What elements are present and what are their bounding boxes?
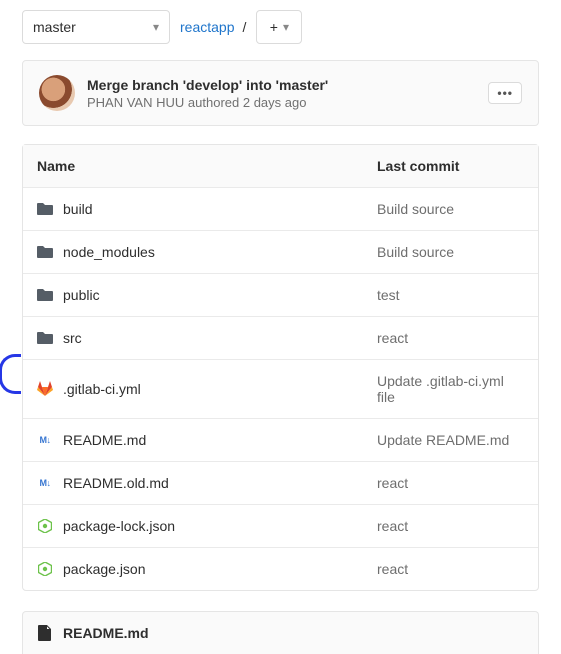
- file-name: build: [63, 201, 93, 217]
- commit-verb: authored: [188, 95, 239, 110]
- table-row[interactable]: src react: [23, 317, 538, 360]
- file-name: public: [63, 287, 100, 303]
- file-name-cell[interactable]: src: [23, 317, 363, 359]
- table-row[interactable]: .gitlab-ci.yml Update .gitlab-ci.yml file: [23, 360, 538, 419]
- breadcrumb-root[interactable]: reactapp: [180, 19, 234, 35]
- header-name[interactable]: Name: [23, 145, 363, 187]
- table-row[interactable]: node_modules Build source: [23, 231, 538, 274]
- breadcrumb-separator: /: [242, 19, 246, 35]
- table-header-row: Name Last commit: [23, 145, 538, 188]
- file-name-cell[interactable]: public: [23, 274, 363, 316]
- plus-icon: +: [270, 19, 278, 35]
- folder-icon: [37, 244, 53, 260]
- folder-icon: [37, 330, 53, 346]
- last-commit-panel: Merge branch 'develop' into 'master' PHA…: [22, 60, 539, 126]
- commit-time: 2 days ago: [243, 95, 307, 110]
- commit-message[interactable]: Merge branch 'develop' into 'master': [87, 77, 476, 93]
- table-row[interactable]: M↓ README.md Update README.md: [23, 419, 538, 462]
- commit-author[interactable]: PHAN VAN HUU: [87, 95, 184, 110]
- file-name-cell[interactable]: M↓ README.md: [23, 419, 363, 461]
- file-name-cell[interactable]: node_modules: [23, 231, 363, 273]
- file-name-cell[interactable]: .gitlab-ci.yml: [23, 360, 363, 418]
- commit-info: Merge branch 'develop' into 'master' PHA…: [87, 77, 476, 110]
- chevron-down-icon: ▾: [153, 20, 159, 34]
- table-row[interactable]: package.json react: [23, 548, 538, 590]
- chevron-down-icon: ▾: [283, 20, 289, 34]
- table-row[interactable]: M↓ README.old.md react: [23, 462, 538, 505]
- commit-more-button[interactable]: •••: [488, 82, 522, 104]
- npm-icon: [37, 518, 53, 534]
- readme-filename[interactable]: README.md: [63, 625, 149, 641]
- commit-meta: PHAN VAN HUU authored 2 days ago: [87, 95, 476, 110]
- last-commit-cell[interactable]: test: [363, 274, 538, 316]
- file-name: node_modules: [63, 244, 155, 260]
- header-commit[interactable]: Last commit: [363, 145, 538, 187]
- file-name: package.json: [63, 561, 146, 577]
- annotation-marker: [0, 354, 21, 394]
- file-name: .gitlab-ci.yml: [63, 381, 141, 397]
- file-name-cell[interactable]: M↓ README.old.md: [23, 462, 363, 504]
- last-commit-cell[interactable]: Build source: [363, 188, 538, 230]
- branch-name: master: [33, 19, 76, 35]
- file-name-cell[interactable]: package.json: [23, 548, 363, 590]
- last-commit-cell[interactable]: Update README.md: [363, 419, 538, 461]
- readme-panel: README.md: [22, 611, 539, 654]
- breadcrumb: reactapp /: [180, 19, 246, 35]
- markdown-icon: M↓: [37, 432, 53, 448]
- markdown-icon: M↓: [37, 475, 53, 491]
- folder-icon: [37, 287, 53, 303]
- folder-icon: [37, 201, 53, 217]
- table-row[interactable]: build Build source: [23, 188, 538, 231]
- npm-icon: [37, 561, 53, 577]
- avatar[interactable]: [39, 75, 75, 111]
- table-row[interactable]: package-lock.json react: [23, 505, 538, 548]
- last-commit-cell[interactable]: Build source: [363, 231, 538, 273]
- file-table: Name Last commit buildBuild sourcenode_m…: [22, 144, 539, 591]
- table-row[interactable]: public test: [23, 274, 538, 317]
- last-commit-cell[interactable]: react: [363, 462, 538, 504]
- file-name: src: [63, 330, 82, 346]
- last-commit-cell[interactable]: react: [363, 505, 538, 547]
- gitlab-icon: [37, 381, 53, 397]
- last-commit-cell[interactable]: react: [363, 548, 538, 590]
- file-name-cell[interactable]: package-lock.json: [23, 505, 363, 547]
- file-name-cell[interactable]: build: [23, 188, 363, 230]
- last-commit-cell[interactable]: react: [363, 317, 538, 359]
- file-name: package-lock.json: [63, 518, 175, 534]
- file-name: README.md: [63, 432, 146, 448]
- add-dropdown-button[interactable]: + ▾: [256, 10, 302, 44]
- branch-selector[interactable]: master ▾: [22, 10, 170, 44]
- document-icon: [37, 625, 53, 641]
- last-commit-cell[interactable]: Update .gitlab-ci.yml file: [363, 360, 538, 418]
- file-name: README.old.md: [63, 475, 169, 491]
